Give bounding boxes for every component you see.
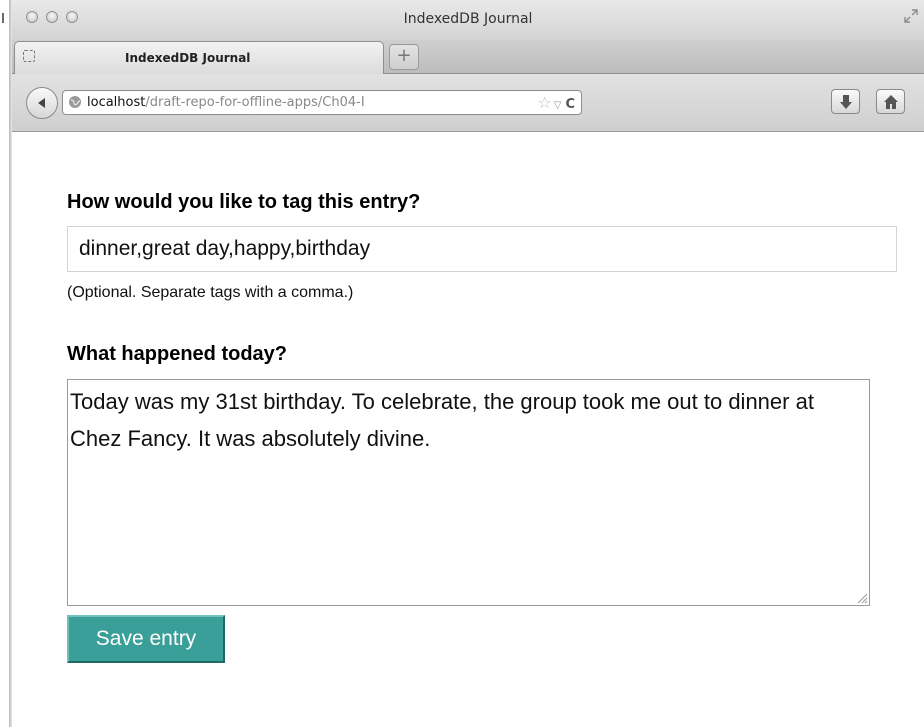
entry-question-label: What happened today? [67, 343, 287, 365]
save-entry-button[interactable]: Save entry [67, 615, 225, 663]
back-arrow-icon [38, 98, 45, 108]
url-text: localhost/draft-repo-for-offline-apps/Ch… [87, 91, 365, 114]
page-content: How would you like to tag this entry? (O… [12, 132, 924, 727]
new-tab-button[interactable]: + [389, 44, 419, 70]
blank-page-icon [23, 50, 35, 62]
tags-input[interactable] [67, 226, 897, 272]
resize-grip-icon[interactable] [855, 591, 868, 604]
title-bar: IndexedDB Journal [12, 0, 924, 40]
entry-textarea[interactable]: Today was my 31st birthday. To celebrate… [67, 379, 870, 606]
background-window-edge [0, 0, 12, 727]
reload-icon[interactable]: C [565, 97, 575, 112]
downloads-button[interactable] [831, 89, 860, 114]
back-button[interactable] [26, 87, 58, 119]
background-window-mark [2, 13, 4, 23]
star-icon[interactable]: ☆ [537, 93, 551, 112]
fullscreen-icon[interactable] [904, 9, 918, 23]
tab-label: IndexedDB Journal [125, 51, 251, 65]
tab-strip: IndexedDB Journal + [12, 40, 924, 74]
address-bar[interactable]: localhost/draft-repo-for-offline-apps/Ch… [62, 90, 582, 115]
url-host: localhost [87, 95, 146, 110]
home-icon [884, 95, 898, 109]
url-path: /draft-repo-for-offline-apps/Ch04-I [145, 95, 365, 110]
tags-question-label: How would you like to tag this entry? [67, 191, 421, 213]
download-arrow-icon [840, 95, 852, 109]
home-button[interactable] [876, 89, 905, 114]
tags-hint: (Optional. Separate tags with a comma.) [67, 284, 354, 301]
window-title: IndexedDB Journal [403, 11, 533, 27]
tab-indexeddb-journal[interactable]: IndexedDB Journal [14, 41, 384, 74]
navigation-bar: localhost/draft-repo-for-offline-apps/Ch… [12, 74, 924, 132]
dropmark-icon[interactable]: ▽ [554, 100, 562, 111]
browser-window: IndexedDB Journal IndexedDB Journal + lo… [12, 0, 924, 727]
url-controls: ☆ ▽ C [534, 91, 575, 114]
globe-icon [69, 96, 81, 108]
